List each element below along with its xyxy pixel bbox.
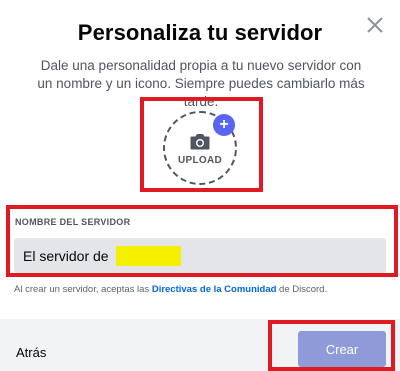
terms-suffix: de Discord. [276,284,328,295]
terms-notice: Al crear un servidor, aceptas las Direct… [14,284,394,295]
create-server-dialog: Personaliza tu servidor Dale una persona… [0,0,400,371]
server-name-input[interactable]: El servidor de [14,238,386,273]
icon-upload-button[interactable]: UPLOAD + [163,111,237,185]
terms-prefix: Al crear un servidor, aceptas las [14,284,152,295]
plus-icon: + [213,114,235,136]
back-button[interactable]: Atrás [16,345,46,360]
redaction-block [116,245,182,266]
dialog-title: Personaliza tu servidor [77,20,323,45]
upload-label: UPLOAD [177,155,223,166]
community-guidelines-link[interactable]: Directivas de la Comunidad [152,284,277,295]
server-name-label: NOMBRE DEL SERVIDOR [15,217,131,227]
camera-icon [190,133,210,150]
create-button[interactable]: Crear [298,331,386,367]
server-name-value: El servidor de [23,247,113,264]
